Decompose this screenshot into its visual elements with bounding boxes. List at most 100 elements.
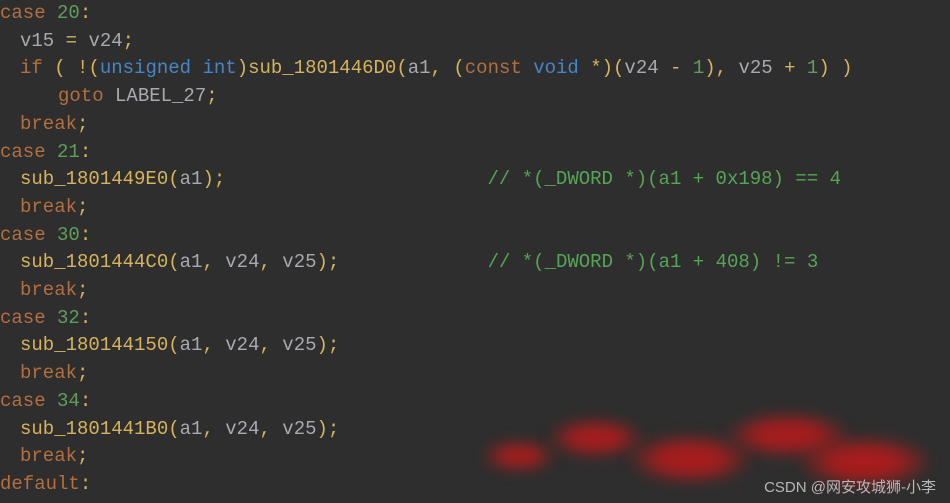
var-v24: v24	[88, 30, 122, 52]
comma: ,	[716, 57, 727, 79]
code-line: case 21:	[0, 139, 950, 167]
op-star: *	[590, 57, 601, 79]
literal-number: 32	[57, 307, 80, 329]
paren: )	[202, 168, 213, 190]
func-sub1801441b0: sub_1801441B0	[20, 418, 168, 440]
type-const: const	[465, 57, 522, 79]
keyword-break: break	[20, 196, 77, 218]
code-line: case 20:	[0, 0, 950, 28]
keyword-break: break	[20, 362, 77, 384]
op-assign: =	[66, 30, 77, 52]
type-unsigned: unsigned	[100, 57, 191, 79]
op-not: !	[77, 57, 88, 79]
comma: ,	[202, 418, 213, 440]
literal-number: 21	[57, 141, 80, 163]
keyword-case: case	[0, 141, 46, 163]
semicolon: ;	[77, 196, 88, 218]
func-sub180144150: sub_180144150	[20, 334, 168, 356]
colon: :	[80, 473, 91, 495]
paren: (	[168, 251, 179, 273]
paren: (	[88, 57, 99, 79]
colon: :	[80, 141, 91, 163]
keyword-break: break	[20, 113, 77, 135]
code-line: break;	[0, 111, 950, 139]
literal-number: 34	[57, 390, 80, 412]
code-line: goto LABEL_27;	[0, 83, 950, 111]
comma: ,	[259, 251, 270, 273]
comma: ,	[202, 251, 213, 273]
decompiled-code-block: case 20: v15 = v24; if ( !(unsigned int)…	[0, 0, 950, 503]
var-v24: v24	[225, 418, 259, 440]
semicolon: ;	[328, 418, 339, 440]
literal-number: 20	[57, 2, 80, 24]
colon: :	[80, 307, 91, 329]
func-sub1801449e0: sub_1801449E0	[20, 168, 168, 190]
code-line: v15 = v24;	[0, 28, 950, 56]
var-v24: v24	[225, 251, 259, 273]
var-a1: a1	[180, 168, 203, 190]
var-a1: a1	[180, 418, 203, 440]
label-27: LABEL_27	[115, 85, 206, 107]
code-line: case 34:	[0, 388, 950, 416]
code-line: v15 = v24;	[0, 499, 950, 503]
func-sub1801444c0: sub_1801444C0	[20, 251, 168, 273]
literal-number: 1	[807, 57, 818, 79]
var-v15: v15	[20, 30, 54, 52]
code-line: case 30:	[0, 222, 950, 250]
var-a1: a1	[180, 334, 203, 356]
semicolon: ;	[77, 362, 88, 384]
semicolon: ;	[77, 113, 88, 135]
code-line: case 32:	[0, 305, 950, 333]
paren: (	[168, 168, 179, 190]
watermark-text: CSDN @网安攻城狮-小李	[764, 476, 936, 497]
semicolon: ;	[123, 30, 134, 52]
code-line: if ( !(unsigned int)sub_1801446D0(a1, (c…	[0, 55, 950, 83]
paren: )	[841, 57, 852, 79]
colon: :	[80, 390, 91, 412]
keyword-case: case	[0, 2, 46, 24]
comma: ,	[431, 57, 442, 79]
code-line: break;	[0, 194, 950, 222]
literal-number: 30	[57, 224, 80, 246]
semicolon: ;	[77, 279, 88, 301]
keyword-default: default	[0, 473, 80, 495]
op-minus: -	[670, 57, 681, 79]
comma: ,	[202, 334, 213, 356]
colon: :	[80, 224, 91, 246]
literal-number: 1	[693, 57, 704, 79]
keyword-case: case	[0, 307, 46, 329]
paren: (	[168, 334, 179, 356]
keyword-break: break	[20, 279, 77, 301]
keyword-case: case	[0, 390, 46, 412]
semicolon: ;	[206, 85, 217, 107]
paren: )	[317, 334, 328, 356]
paren: )	[704, 57, 715, 79]
code-line: sub_1801449E0(a1); // *(_DWORD *)(a1 + 0…	[0, 166, 950, 194]
var-v24: v24	[225, 334, 259, 356]
code-line: sub_1801441B0(a1, v24, v25);	[0, 416, 950, 444]
keyword-goto: goto	[58, 85, 104, 107]
type-int: int	[202, 57, 236, 79]
paren: )	[317, 251, 328, 273]
var-v25: v25	[282, 334, 316, 356]
paren: (	[54, 57, 65, 79]
comma: ,	[259, 418, 270, 440]
semicolon: ;	[328, 251, 339, 273]
comment: // *(_DWORD *)(a1 + 0x198) == 4	[488, 168, 841, 190]
semicolon: ;	[328, 334, 339, 356]
var-v25: v25	[282, 418, 316, 440]
var-a1: a1	[408, 57, 431, 79]
paren: (	[613, 57, 624, 79]
code-line: break;	[0, 443, 950, 471]
paren: (	[396, 57, 407, 79]
func-sub1801446d0: sub_1801446D0	[248, 57, 396, 79]
type-void: void	[533, 57, 579, 79]
colon: :	[80, 2, 91, 24]
semicolon: ;	[77, 445, 88, 467]
code-line: break;	[0, 360, 950, 388]
paren: )	[602, 57, 613, 79]
keyword-break: break	[20, 445, 77, 467]
paren: )	[317, 418, 328, 440]
keyword-case: case	[0, 224, 46, 246]
paren: (	[168, 418, 179, 440]
